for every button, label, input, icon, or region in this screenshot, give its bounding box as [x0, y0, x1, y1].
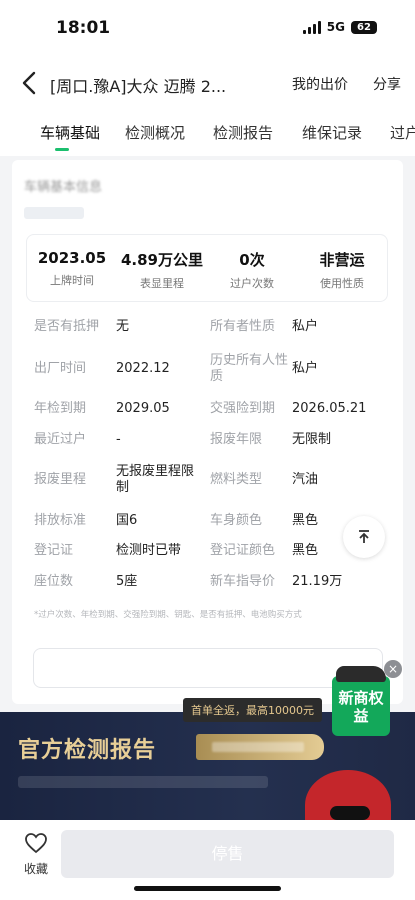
stat-value: 2023.05	[37, 249, 107, 267]
detail-value: 2026.05.21	[292, 401, 367, 416]
tab-inspection-overview[interactable]: 检测概况	[125, 122, 185, 143]
detail-label: 年检到期	[34, 401, 87, 416]
close-icon[interactable]: ×	[384, 660, 402, 678]
banner-subtitle-blur	[18, 776, 268, 788]
detail-value: 汽油	[292, 472, 319, 487]
favorite-button[interactable]: 收藏	[14, 832, 58, 877]
stat-usage-type: 非营运 使用性质	[297, 235, 387, 301]
network-label: 5G	[326, 20, 345, 34]
share-button[interactable]: 分享	[373, 74, 401, 94]
stat-transfers: 0次 过户次数	[207, 235, 297, 301]
detail-value: 黑色	[292, 543, 319, 558]
detail-value: 2029.05	[116, 401, 170, 416]
home-indicator	[134, 886, 281, 891]
banner-title: 官方检测报告	[18, 738, 157, 763]
car-icon	[336, 666, 386, 682]
detail-label: 最近过户	[34, 432, 87, 447]
detail-label: 历史所有人性质	[210, 353, 289, 384]
stat-label: 表显里程	[140, 277, 184, 290]
detail-label: 登记证颜色	[210, 543, 276, 558]
favorite-label: 收藏	[23, 862, 48, 876]
detail-label: 燃料类型	[210, 472, 263, 487]
tab-transfer[interactable]: 过户	[390, 122, 415, 143]
detail-value: 黑色	[292, 513, 319, 528]
section-title: 车辆基本信息	[24, 180, 103, 195]
status-time: 18:01	[56, 18, 111, 38]
detail-value: 检测时已带	[116, 543, 182, 558]
detail-label: 座位数	[34, 574, 74, 589]
stat-label: 上牌时间	[50, 274, 94, 287]
summary-stats: 2023.05 上牌时间 4.89万公里 表显里程 0次 过户次数 非营运 使用…	[26, 234, 388, 302]
detail-value: 无报废里程限制	[116, 464, 195, 495]
back-arrow-icon[interactable]	[18, 70, 42, 96]
stat-value: 4.89万公里	[120, 251, 203, 269]
detail-label: 是否有抵押	[34, 319, 100, 334]
detail-value: 国6	[116, 513, 138, 528]
tab-maintenance-records[interactable]: 维保记录	[302, 122, 362, 143]
tab-vehicle-basics[interactable]: 车辆基础	[40, 122, 100, 143]
footnote: *过户次数、年检到期、交强险到期、钥匙、是否有抵押、电池购买方式	[34, 610, 302, 620]
scroll-to-top-button[interactable]	[343, 516, 385, 558]
heart-icon	[25, 833, 47, 854]
detail-label: 新车指导价	[210, 574, 276, 589]
detail-value: 5座	[116, 574, 138, 589]
status-bar: 18:01 5G 62	[0, 0, 415, 56]
stat-value: 0次	[239, 251, 265, 269]
stat-value: 非营运	[319, 251, 365, 269]
battery-icon: 62	[351, 20, 377, 34]
detail-value: -	[116, 432, 121, 447]
detail-value: 无限制	[292, 432, 332, 447]
detail-value: 私户	[292, 361, 319, 376]
battery-level: 62	[357, 21, 371, 33]
detail-label: 登记证	[34, 543, 74, 558]
stat-mileage: 4.89万公里 表显里程	[117, 235, 207, 301]
blurred-input-box[interactable]	[33, 648, 383, 688]
detail-label: 报废年限	[210, 432, 263, 447]
banner-cta-text-blur	[212, 742, 304, 752]
stat-registration: 2023.05 上牌时间	[27, 235, 117, 301]
signal-icon	[302, 20, 321, 34]
nav-bar: [周口.豫A]大众 迈腾 2... 我的出价 分享	[0, 56, 415, 110]
detail-value: 21.19万	[292, 574, 343, 589]
detail-label: 出厂时间	[34, 361, 87, 376]
tab-inspection-report[interactable]: 检测报告	[213, 122, 273, 143]
arrow-up-icon	[359, 530, 369, 543]
active-tab-indicator	[55, 148, 69, 151]
banner-cta-button[interactable]	[196, 734, 324, 760]
page-title: [周口.豫A]大众 迈腾 2...	[50, 77, 227, 96]
detail-label: 车身颜色	[210, 513, 263, 528]
banner-tag: 首单全返，最高10000元	[183, 698, 322, 722]
detail-label: 交强险到期	[210, 401, 276, 416]
my-bid-button[interactable]: 我的出价	[292, 74, 348, 94]
detail-label: 报废里程	[34, 472, 87, 487]
placeholder-line	[24, 207, 84, 219]
stat-label: 使用性质	[320, 277, 364, 290]
detail-label: 所有者性质	[210, 319, 276, 334]
detail-value: 无	[116, 319, 130, 334]
tab-bar: 车辆基础 检测概况 检测报告 维保记录 过户	[0, 110, 415, 156]
mascot-glasses	[330, 806, 370, 820]
status-indicators: 5G 62	[302, 20, 377, 34]
detail-value: 私户	[292, 319, 319, 334]
stat-label: 过户次数	[230, 277, 274, 290]
stop-sale-button[interactable]: 停售	[61, 830, 394, 878]
new-merchant-benefit-badge[interactable]: 新商权益	[332, 676, 390, 736]
detail-value: 2022.12	[116, 361, 170, 376]
detail-label: 排放标准	[34, 513, 87, 528]
